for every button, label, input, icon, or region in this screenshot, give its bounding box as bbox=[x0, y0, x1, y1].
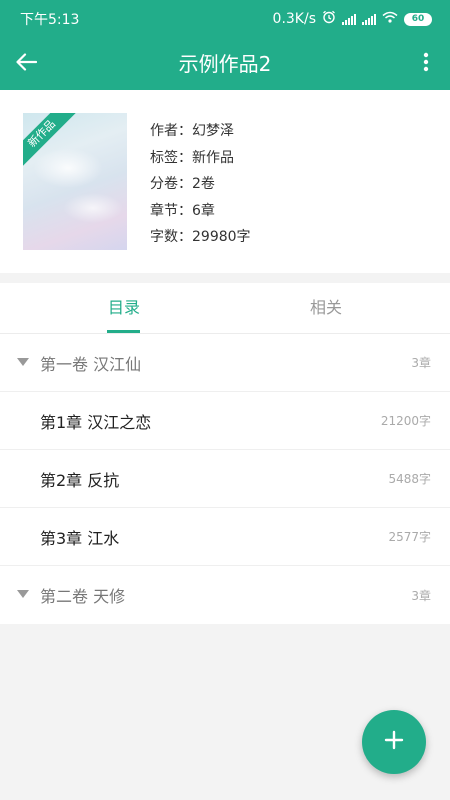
battery-icon: 60 bbox=[404, 12, 432, 26]
chapter-title: 第1章 汉江之恋 bbox=[40, 412, 152, 432]
book-cover[interactable]: 新作品 bbox=[23, 113, 127, 250]
table-of-contents: 第一卷 汉江仙 3章 第1章 汉江之恋 21200字 第2章 反抗 5488字 … bbox=[0, 334, 450, 624]
wifi-icon bbox=[382, 11, 398, 27]
status-icons: 0.3K/s 60 bbox=[273, 10, 432, 28]
book-info-card: 新作品 作者：幻梦泽 标签：新作品 分卷：2卷 章节：6章 字数：29980字 bbox=[0, 90, 450, 273]
more-options-button[interactable] bbox=[414, 48, 438, 80]
tab-bar: 目录 相关 bbox=[0, 283, 450, 334]
status-bar: 下午5:13 0.3K/s 60 bbox=[0, 0, 450, 38]
volume-row[interactable]: 第一卷 汉江仙 3章 bbox=[0, 334, 450, 392]
chapter-title: 第3章 江水 bbox=[40, 528, 120, 548]
caret-down-icon bbox=[17, 358, 29, 366]
chapter-row[interactable]: 第1章 汉江之恋 21200字 bbox=[0, 392, 450, 450]
more-vertical-icon bbox=[423, 52, 429, 76]
chapter-word-count: 5488字 bbox=[388, 472, 431, 486]
app-bar: 下午5:13 0.3K/s 60 示例作品2 bbox=[0, 0, 450, 90]
tag-label: 标签：新作品 bbox=[150, 149, 234, 166]
volumes-label: 分卷：2卷 bbox=[150, 176, 215, 192]
toolbar: 示例作品2 bbox=[0, 38, 450, 90]
tab-contents[interactable]: 目录 bbox=[98, 283, 150, 333]
cover-cloud bbox=[33, 148, 103, 188]
volume-chapter-count: 3章 bbox=[411, 588, 431, 603]
status-time: 下午5:13 bbox=[20, 12, 80, 28]
chapter-row[interactable]: 第3章 江水 2577字 bbox=[0, 508, 450, 566]
tab-indicator bbox=[107, 330, 140, 333]
volume-row[interactable]: 第二卷 天修 3章 bbox=[0, 566, 450, 624]
author-label: 作者：幻梦泽 bbox=[150, 123, 234, 139]
plus-icon bbox=[383, 729, 405, 755]
arrow-left-icon bbox=[15, 53, 38, 75]
chapter-word-count: 21200字 bbox=[380, 414, 431, 428]
chapter-title: 第2章 反抗 bbox=[40, 470, 120, 490]
add-button[interactable] bbox=[362, 710, 426, 774]
chapter-word-count: 2577字 bbox=[388, 530, 431, 544]
signal-icon bbox=[362, 13, 376, 25]
network-speed: 0.3K/s bbox=[272, 11, 316, 27]
page-title: 示例作品2 bbox=[178, 52, 272, 76]
volume-chapter-count: 3章 bbox=[411, 356, 431, 370]
word-count-label: 字数：29980字 bbox=[150, 229, 251, 245]
alarm-icon bbox=[322, 10, 336, 28]
tab-related[interactable]: 相关 bbox=[300, 283, 352, 333]
signal-icon bbox=[342, 13, 356, 25]
back-button[interactable] bbox=[10, 48, 42, 80]
volume-title: 第一卷 汉江仙 bbox=[40, 354, 142, 374]
cover-cloud bbox=[63, 193, 123, 223]
chapter-row[interactable]: 第2章 反抗 5488字 bbox=[0, 450, 450, 508]
book-meta: 作者：幻梦泽 标签：新作品 分卷：2卷 章节：6章 字数：29980字 bbox=[150, 118, 251, 251]
chapters-label: 章节：6章 bbox=[150, 202, 215, 219]
volume-title: 第二卷 天修 bbox=[40, 587, 126, 606]
caret-down-icon bbox=[17, 590, 29, 598]
